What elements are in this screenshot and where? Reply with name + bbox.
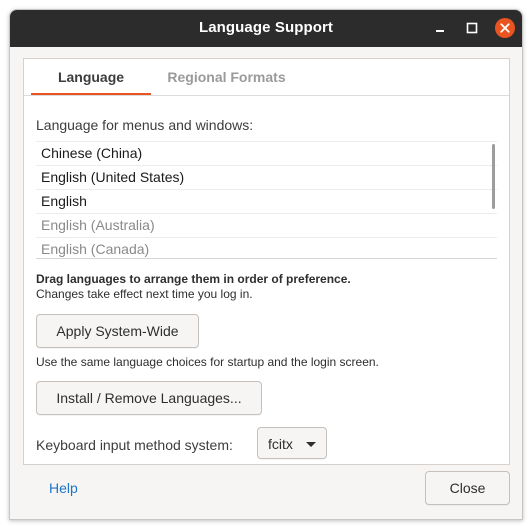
notebook-panel: Language Regional Formats Language for m… bbox=[23, 58, 510, 465]
list-item[interactable]: English bbox=[36, 189, 497, 213]
minimize-button[interactable] bbox=[429, 17, 451, 39]
apply-note: Use the same language choices for startu… bbox=[36, 355, 379, 369]
keyboard-input-value: fcitx bbox=[268, 436, 293, 452]
effect-hint: Changes take effect next time you log in… bbox=[36, 287, 253, 301]
scrollbar-thumb[interactable] bbox=[492, 144, 495, 209]
maximize-button[interactable] bbox=[461, 17, 483, 39]
list-item[interactable]: English (Australia) bbox=[36, 213, 497, 237]
language-list[interactable]: Chinese (China) English (United States) … bbox=[36, 141, 497, 259]
maximize-icon bbox=[466, 22, 478, 34]
drag-hint: Drag languages to arrange them in order … bbox=[36, 272, 351, 286]
list-item[interactable]: English (Canada) bbox=[36, 237, 497, 258]
chevron-down-icon bbox=[306, 442, 316, 447]
tab-regional-formats[interactable]: Regional Formats bbox=[151, 59, 302, 95]
close-icon bbox=[495, 18, 515, 38]
language-support-window: Language Support Language Regional Forma… bbox=[9, 9, 523, 520]
list-item[interactable]: Chinese (China) bbox=[36, 141, 497, 165]
language-list-label: Language for menus and windows: bbox=[36, 117, 254, 133]
list-item[interactable]: English (United States) bbox=[36, 165, 497, 189]
keyboard-input-label: Keyboard input method system: bbox=[36, 437, 233, 453]
title-bar[interactable]: Language Support bbox=[10, 10, 522, 47]
help-link[interactable]: Help bbox=[49, 480, 78, 496]
install-remove-languages-button[interactable]: Install / Remove Languages... bbox=[36, 381, 262, 415]
apply-system-wide-button[interactable]: Apply System-Wide bbox=[36, 314, 199, 348]
close-button[interactable]: Close bbox=[425, 471, 510, 505]
minimize-icon bbox=[436, 30, 444, 32]
keyboard-input-method-select[interactable]: fcitx bbox=[257, 427, 327, 459]
tab-divider bbox=[24, 95, 509, 96]
tab-language[interactable]: Language bbox=[31, 59, 151, 96]
tab-bar: Language Regional Formats bbox=[24, 59, 509, 96]
close-window-button[interactable] bbox=[494, 17, 516, 39]
